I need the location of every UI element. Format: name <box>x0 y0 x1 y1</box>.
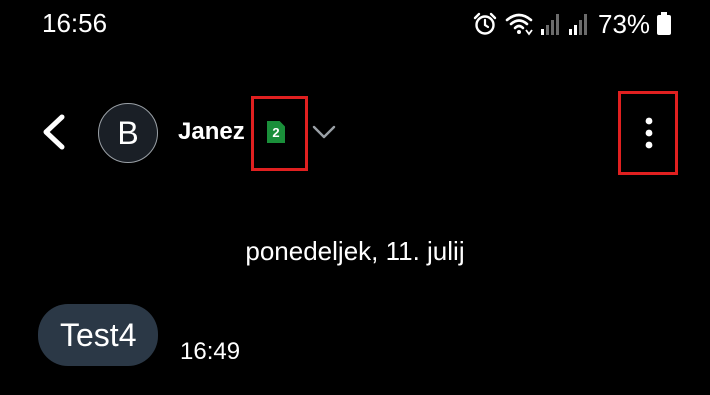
wifi-icon <box>505 13 533 36</box>
back-arrow-icon[interactable] <box>38 112 72 152</box>
signal-icon <box>569 14 587 35</box>
chevron-down-icon[interactable] <box>312 124 336 140</box>
alarm-icon <box>473 12 497 35</box>
message-time: 16:49 <box>180 338 241 365</box>
avatar[interactable]: B <box>98 103 158 163</box>
date-separator: ponedeljek, 11. julij <box>245 236 465 266</box>
status-time: 16:56 <box>42 8 108 38</box>
battery-percent: 73% <box>598 9 651 39</box>
signal-icon <box>541 14 559 35</box>
more-button-highlight <box>618 91 678 175</box>
message-bubble[interactable]: Test4 <box>38 304 159 366</box>
battery-icon <box>657 12 672 35</box>
status-icons: 73% <box>472 9 672 39</box>
contact-name[interactable]: Janez <box>178 117 245 147</box>
sim-badge-highlight <box>251 96 308 171</box>
